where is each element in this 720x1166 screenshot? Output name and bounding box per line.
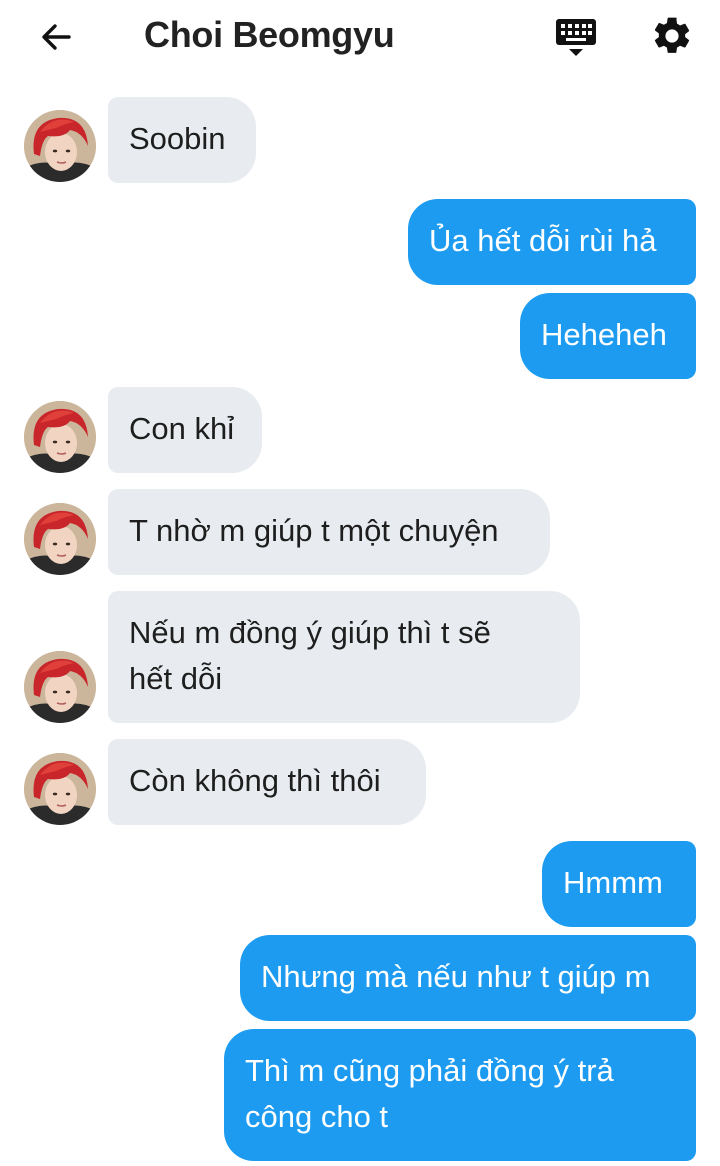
message-row: Con khỉ [0,387,720,473]
message-line: Nếu m đồng ý giúp thì t sẽ [129,615,491,650]
chat-header: Choi Beomgyu [0,0,720,76]
keyboard-icon[interactable] [554,16,598,60]
message-line: hết dỗi [129,661,223,696]
message-line: công cho t [245,1099,389,1134]
message-bubble[interactable]: Con khỉ [108,387,262,473]
avatar[interactable] [24,651,96,723]
message-bubble[interactable]: Hmmm [542,841,696,927]
avatar[interactable] [24,503,96,575]
message-bubble[interactable]: Ủa hết dỗi rùi hả [408,199,696,285]
message-row: Nếu m đồng ý giúp thì t sẽ hết dỗi [0,591,720,723]
gear-icon[interactable] [650,14,694,58]
message-bubble[interactable]: Nhưng mà nếu như t giúp m [240,935,696,1021]
message-bubble[interactable]: T nhờ m giúp t một chuyện [108,489,550,575]
message-bubble[interactable]: Thì m cũng phải đồng ý trả công cho t [224,1029,696,1161]
message-bubble[interactable]: Soobin [108,97,256,183]
message-row: Heheheh [0,293,720,379]
message-line: Thì m cũng phải đồng ý trả [245,1053,614,1088]
avatar[interactable] [24,110,96,182]
contact-name: Choi Beomgyu [144,14,395,55]
message-row: Còn không thì thôi [0,739,720,825]
avatar[interactable] [24,753,96,825]
message-row: Nhưng mà nếu như t giúp m [0,935,720,1021]
message-row: Thì m cũng phải đồng ý trả công cho t [0,1029,720,1161]
message-bubble[interactable]: Nếu m đồng ý giúp thì t sẽ hết dỗi [108,591,580,723]
message-row: Soobin [0,97,720,183]
message-row: Ủa hết dỗi rùi hả [0,199,720,285]
message-bubble[interactable]: Còn không thì thôi [108,739,426,825]
message-row: T nhờ m giúp t một chuyện [0,489,720,575]
avatar[interactable] [24,401,96,473]
back-arrow-icon[interactable] [36,17,76,57]
message-row: Hmmm [0,841,720,927]
message-bubble[interactable]: Heheheh [520,293,696,379]
